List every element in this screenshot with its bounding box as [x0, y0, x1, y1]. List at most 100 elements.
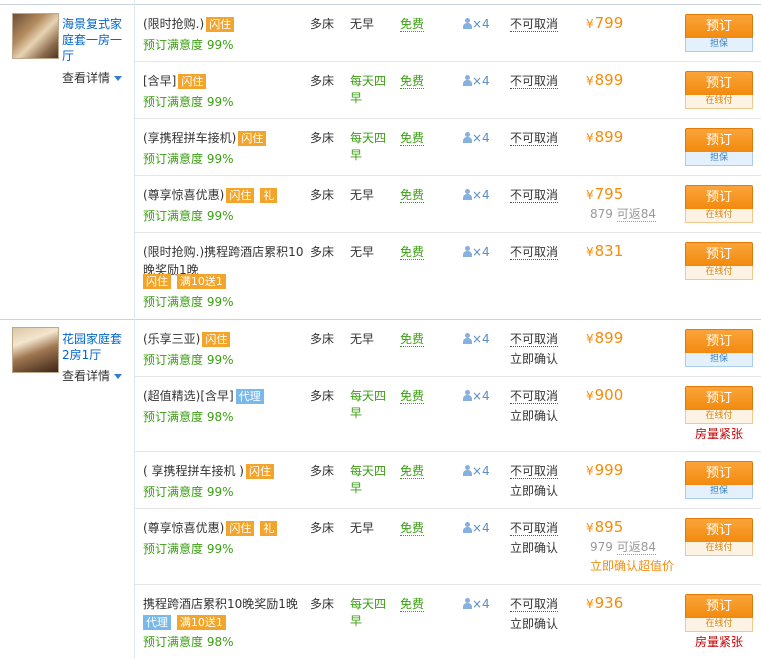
book-button[interactable]: 预订 在线付 [685, 594, 753, 632]
book-button[interactable]: 预订 在线付 [685, 71, 753, 109]
instant-confirm: 立即确认 [510, 484, 559, 498]
room-name[interactable]: 花园家庭套2房1厅 [62, 331, 128, 363]
rooms-limited-notice: 房量紧张 [695, 635, 744, 649]
book-button[interactable]: 预订 在线付 [685, 185, 753, 223]
breakfast: 无早 [350, 245, 375, 259]
payment-type: 担保 [685, 353, 753, 367]
rate-plan-name[interactable]: (超值精选)[含早] 代理 [143, 387, 308, 405]
rate-plan-name[interactable]: [含早] 闪住 [143, 72, 308, 90]
price: ¥795 [586, 185, 624, 203]
instant-confirm: 立即确认 [510, 617, 559, 631]
breakfast: 无早 [350, 332, 375, 346]
max-guests: ×4 [463, 187, 490, 203]
person-icon [463, 333, 472, 344]
flash-stay-tag: 闪住 [238, 131, 267, 146]
booking-satisfaction: 预订满意度 99% [143, 353, 234, 367]
person-icon [463, 390, 472, 401]
room-name[interactable]: 海景复式家庭套一房一厅 [62, 16, 128, 64]
bed-type: 多床 [310, 597, 335, 611]
person-icon [463, 246, 472, 257]
rate-plan-name[interactable]: (乐享三亚) 闪住 [143, 330, 308, 348]
person-icon [463, 189, 472, 200]
cancellation-policy[interactable]: 不可取消 [510, 73, 559, 89]
cashback-info[interactable]: 879 可返84 [590, 206, 657, 222]
payment-type: 在线付 [685, 542, 753, 556]
book-button[interactable]: 预订 在线付 [685, 518, 753, 556]
promo-tag: 满10送1 [176, 274, 226, 289]
promo-tag: 满10送1 [176, 615, 226, 630]
book-button[interactable]: 预订 担保 [685, 461, 753, 499]
max-guests: ×4 [463, 16, 490, 32]
cancellation-policy[interactable]: 不可取消 [510, 331, 559, 347]
bed-type: 多床 [310, 464, 335, 478]
view-details-link[interactable]: 查看详情 [62, 367, 123, 384]
divider [134, 451, 761, 452]
max-guests: ×4 [463, 463, 490, 479]
payment-type: 担保 [685, 38, 753, 52]
view-details-link[interactable]: 查看详情 [62, 69, 123, 86]
cancellation-policy[interactable]: 不可取消 [510, 520, 559, 536]
breakfast: 每天四早 [350, 131, 387, 162]
person-icon [463, 132, 472, 143]
cashback-info[interactable]: 979 可返84 [590, 539, 657, 555]
price: ¥899 [586, 128, 624, 146]
room-photo[interactable] [12, 13, 59, 59]
bed-type: 多床 [310, 332, 335, 346]
instant-confirm: 立即确认 [510, 541, 559, 555]
bed-type: 多床 [310, 521, 335, 535]
cancellation-policy[interactable]: 不可取消 [510, 244, 559, 260]
book-button[interactable]: 预订 在线付 [685, 386, 753, 424]
payment-type: 担保 [685, 152, 753, 166]
max-guests: ×4 [463, 520, 490, 536]
payment-type: 在线付 [685, 618, 753, 632]
book-button[interactable]: 预订 担保 [685, 329, 753, 367]
wifi: 免费 [400, 464, 425, 479]
payment-type: 在线付 [685, 95, 753, 109]
cancellation-policy[interactable]: 不可取消 [510, 596, 559, 612]
room-photo[interactable] [12, 327, 59, 373]
rate-plan-name[interactable]: ( 享携程拼车接机 ) 闪住 [143, 462, 308, 480]
wifi: 免费 [400, 521, 425, 536]
price: ¥999 [586, 461, 624, 479]
booking-satisfaction: 预订满意度 99% [143, 95, 234, 109]
price: ¥936 [586, 594, 624, 612]
divider [134, 508, 761, 509]
breakfast: 每天四早 [350, 74, 387, 105]
flash-stay-tag: 闪住 [202, 332, 231, 347]
rate-plan-name[interactable]: (限时抢购.) 闪住 [143, 15, 308, 33]
max-guests: ×4 [463, 130, 490, 146]
cancellation-policy[interactable]: 不可取消 [510, 388, 559, 404]
divider [134, 118, 761, 119]
bed-type: 多床 [310, 131, 335, 145]
book-button[interactable]: 预订 担保 [685, 14, 753, 52]
bed-type: 多床 [310, 74, 335, 88]
breakfast: 无早 [350, 521, 375, 535]
breakfast: 每天四早 [350, 597, 387, 628]
instant-confirm-value-label: 立即确认超值价 [590, 559, 675, 573]
divider [0, 319, 761, 320]
max-guests: ×4 [463, 73, 490, 89]
divider [134, 175, 761, 176]
flash-stay-tag: 闪住 [226, 188, 255, 203]
bed-type: 多床 [310, 389, 335, 403]
rate-plan-name[interactable]: (尊享惊喜优惠) 闪住 礼 [143, 519, 308, 537]
cancellation-policy[interactable]: 不可取消 [510, 187, 559, 203]
price: ¥900 [586, 386, 624, 404]
flash-stay-tag: 闪住 [246, 464, 274, 479]
payment-type: 在线付 [685, 209, 753, 223]
rate-plan-name[interactable]: (尊享惊喜优惠) 闪住 礼 [143, 186, 308, 204]
book-button[interactable]: 预订 担保 [685, 128, 753, 166]
max-guests: ×4 [463, 331, 490, 347]
book-button[interactable]: 预订 在线付 [685, 242, 753, 280]
rate-plan-name[interactable]: 携程跨酒店累积10晚奖励1晚 [143, 595, 308, 613]
wifi: 免费 [400, 389, 425, 404]
booking-satisfaction: 预订满意度 99% [143, 38, 234, 52]
divider [134, 584, 761, 585]
cancellation-policy[interactable]: 不可取消 [510, 463, 559, 479]
cancellation-policy[interactable]: 不可取消 [510, 130, 559, 146]
cancellation-policy[interactable]: 不可取消 [510, 16, 559, 32]
person-icon [463, 522, 472, 533]
flash-stay-tag: 闪住 [206, 17, 235, 32]
rooms-limited-notice: 房量紧张 [695, 427, 744, 441]
rate-plan-name[interactable]: (享携程拼车接机) 闪住 [143, 129, 308, 147]
